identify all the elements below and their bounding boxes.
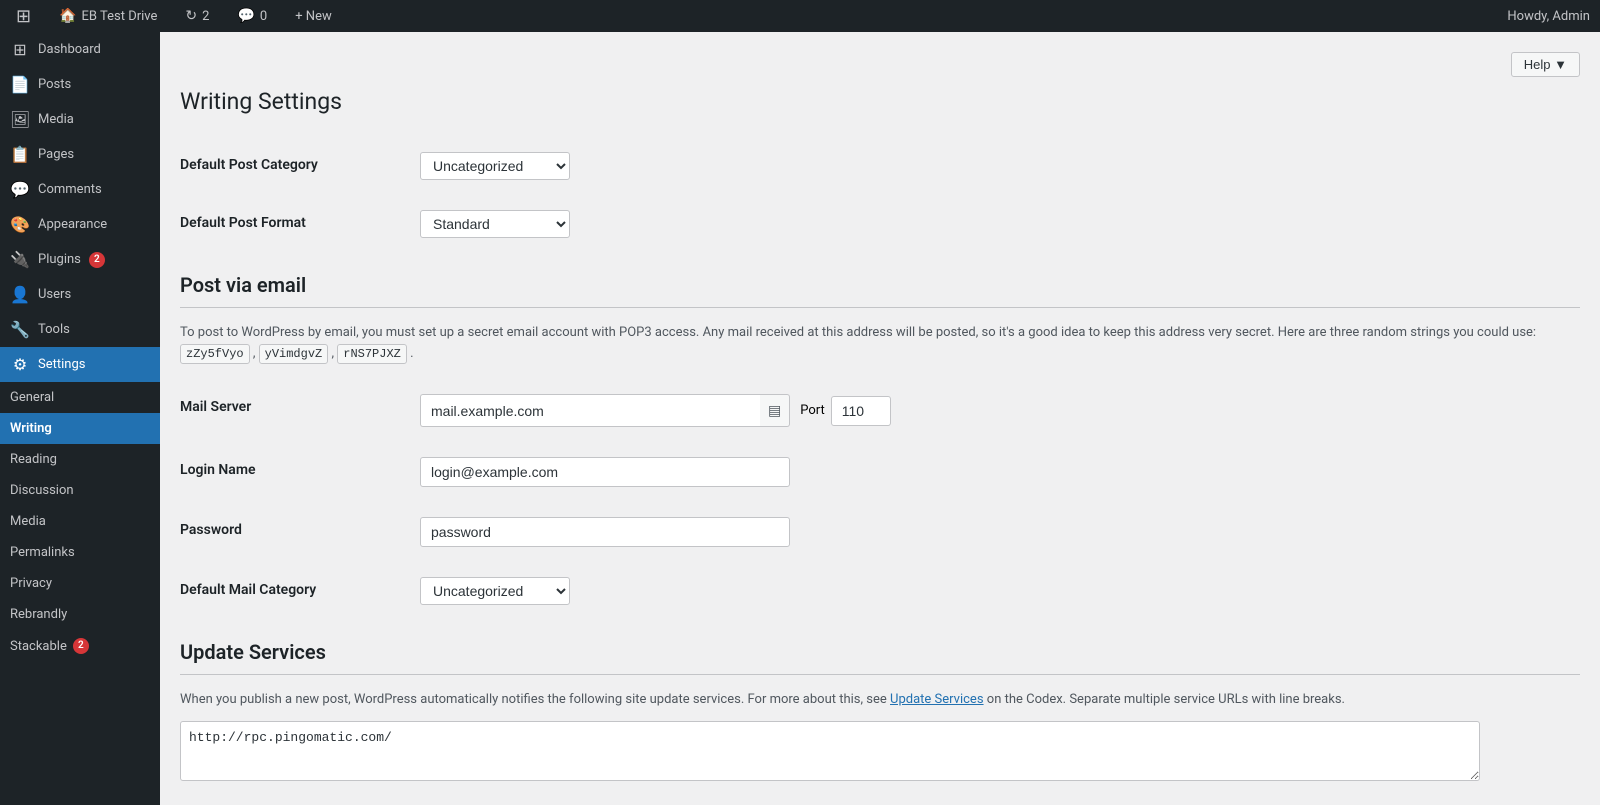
tools-icon: 🔧: [10, 320, 30, 339]
sidebar-item-appearance[interactable]: 🎨Appearance: [0, 207, 160, 242]
comments-link[interactable]: 💬 0: [231, 0, 273, 32]
password-row: Password: [180, 502, 1580, 562]
settings-icon: ⚙: [10, 355, 30, 374]
page-body: Help ▼ Writing Settings Default Post Cat…: [180, 52, 1580, 785]
default-mail-category-select[interactable]: Uncategorized: [420, 577, 570, 605]
sidebar-item-plugins[interactable]: 🔌Plugins 2: [0, 242, 160, 277]
site-name[interactable]: 🏠 EB Test Drive: [53, 0, 163, 32]
update-services-textarea[interactable]: http://rpc.pingomatic.com/: [180, 721, 1480, 781]
posts-icon: 📄: [10, 75, 30, 94]
admin-bar: ⊞ 🏠 EB Test Drive ↻ 2 💬 0 + New Howdy, A…: [0, 0, 1600, 32]
sidebar-item-settings[interactable]: ⚙Settings General Writing Reading Discus…: [0, 347, 160, 662]
sidebar-item-dashboard[interactable]: ⊞Dashboard: [0, 32, 160, 67]
pages-icon: 📋: [10, 145, 30, 164]
admin-menu: ⊞Dashboard 📄Posts 🖼Media 📋Pages 💬Comment…: [0, 32, 160, 662]
submenu-reading[interactable]: Reading: [0, 444, 160, 475]
default-post-format-select[interactable]: Standard: [420, 210, 570, 238]
wp-logo[interactable]: ⊞: [10, 0, 37, 32]
help-button[interactable]: Help ▼: [1511, 52, 1580, 77]
settings-table: Default Post Category Uncategorized Defa…: [180, 137, 1580, 253]
stackable-badge: 2: [73, 638, 89, 654]
default-post-category-row: Default Post Category Uncategorized: [180, 137, 1580, 195]
plugins-badge: 2: [89, 252, 105, 268]
post-via-email-description: To post to WordPress by email, you must …: [180, 323, 1580, 365]
sidebar-item-pages[interactable]: 📋Pages: [0, 137, 160, 172]
random-string-2: yVimdgvZ: [259, 344, 329, 364]
port-wrap: Port: [800, 396, 891, 426]
sidebar-item-posts[interactable]: 📄Posts: [0, 67, 160, 102]
submenu-permalinks[interactable]: Permalinks: [0, 537, 160, 568]
submenu-writing[interactable]: Writing: [0, 413, 160, 444]
sidebar-item-users[interactable]: 👤Users: [0, 277, 160, 312]
password-input[interactable]: [420, 517, 790, 547]
post-via-email-title: Post via email: [180, 273, 1580, 308]
mail-server-wrap: ▤ Port: [420, 394, 1570, 427]
submenu-stackable[interactable]: Stackable2: [0, 630, 160, 662]
sidebar-item-media[interactable]: 🖼Media: [0, 102, 160, 137]
mail-server-row: Mail Server ▤ Port: [180, 379, 1580, 442]
sidebar: ⊞Dashboard 📄Posts 🖼Media 📋Pages 💬Comment…: [0, 32, 160, 805]
submenu-media[interactable]: Media: [0, 506, 160, 537]
plugins-icon: 🔌: [10, 250, 30, 269]
main-content: Help ▼ Writing Settings Default Post Cat…: [160, 32, 1600, 805]
new-content-link[interactable]: + New: [289, 0, 338, 32]
update-services-description: When you publish a new post, WordPress a…: [180, 690, 1580, 711]
default-mail-category-row: Default Mail Category Uncategorized: [180, 562, 1580, 620]
random-string-1: zZy5fVyo: [180, 344, 250, 364]
sidebar-item-comments[interactable]: 💬Comments: [0, 172, 160, 207]
mail-server-input[interactable]: [420, 394, 760, 427]
default-mail-category-label: Default Mail Category: [180, 562, 410, 620]
default-post-category-select[interactable]: Uncategorized: [420, 152, 570, 180]
email-settings-table: Mail Server ▤ Port: [180, 379, 1580, 620]
login-name-input[interactable]: [420, 457, 790, 487]
submenu-discussion[interactable]: Discussion: [0, 475, 160, 506]
mail-server-label: Mail Server: [180, 379, 410, 442]
main-wrapper: ⊞Dashboard 📄Posts 🖼Media 📋Pages 💬Comment…: [0, 0, 1600, 805]
password-label: Password: [180, 502, 410, 562]
port-input[interactable]: [831, 396, 891, 426]
default-post-category-label: Default Post Category: [180, 137, 410, 195]
page-title: Writing Settings: [180, 87, 1580, 117]
port-label: Port: [800, 403, 825, 418]
login-name-row: Login Name: [180, 442, 1580, 502]
settings-submenu: General Writing Reading Discussion Media…: [0, 382, 160, 662]
update-services-link[interactable]: Update Services: [890, 692, 984, 707]
users-icon: 👤: [10, 285, 30, 304]
dashboard-icon: ⊞: [10, 40, 30, 59]
default-post-format-label: Default Post Format: [180, 195, 410, 253]
random-string-3: rNS7PJXZ: [337, 344, 407, 364]
settings-form: Default Post Category Uncategorized Defa…: [180, 137, 1580, 785]
sidebar-item-tools[interactable]: 🔧Tools: [0, 312, 160, 347]
submenu-general[interactable]: General: [0, 382, 160, 413]
media-icon: 🖼: [10, 110, 30, 129]
submenu-rebrandly[interactable]: Rebrandly: [0, 599, 160, 630]
default-post-format-row: Default Post Format Standard: [180, 195, 1580, 253]
login-name-label: Login Name: [180, 442, 410, 502]
update-services-title: Update Services: [180, 640, 1580, 675]
howdy-text: Howdy, Admin: [1507, 9, 1590, 24]
db-icon-button[interactable]: ▤: [760, 394, 790, 427]
updates-link[interactable]: ↻ 2: [179, 0, 215, 32]
mail-server-field: ▤: [420, 394, 790, 427]
comments-icon: 💬: [10, 180, 30, 199]
submenu-privacy[interactable]: Privacy: [0, 568, 160, 599]
appearance-icon: 🎨: [10, 215, 30, 234]
